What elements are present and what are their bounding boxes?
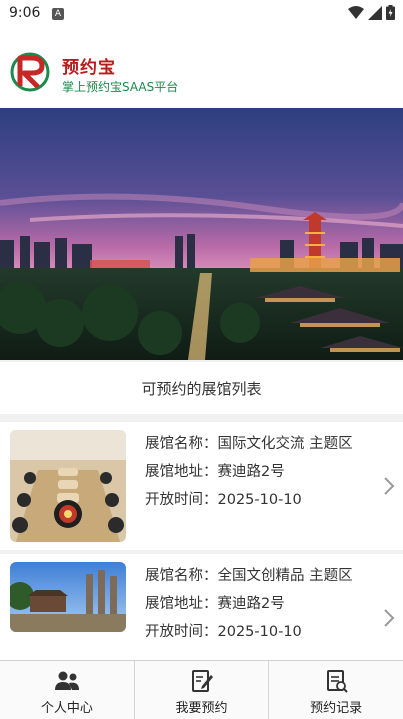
tab-make-reservation[interactable]: 我要预约 bbox=[135, 661, 270, 719]
chevron-right-icon bbox=[384, 609, 395, 627]
signal-icon bbox=[368, 5, 382, 20]
brand-name: 预约宝 bbox=[62, 58, 116, 78]
logo-icon bbox=[10, 52, 50, 92]
tab-reservation-records[interactable]: 预约记录 bbox=[269, 661, 403, 719]
venue-thumbnail bbox=[10, 430, 126, 542]
users-icon bbox=[54, 671, 79, 690]
wifi-icon bbox=[348, 5, 364, 19]
venue-info: 展馆名称：国际文化交流 主题区 展馆地址：赛迪路2号 开放时间：2025-10-… bbox=[145, 430, 353, 514]
tab-personal-center[interactable]: 个人中心 bbox=[0, 661, 135, 719]
status-icons bbox=[348, 5, 395, 20]
venue-list-title: 可预约的展馆列表 bbox=[0, 362, 403, 414]
status-bar: 9:06 A bbox=[0, 0, 403, 28]
venue-name: 展馆名称：全国文创精品 主题区 bbox=[145, 568, 353, 584]
brand-subtitle: 掌上预约宝SAAS平台 bbox=[62, 80, 179, 94]
app-header: 预约宝 掌上预约宝SAAS平台 bbox=[0, 28, 403, 108]
tab-label: 个人中心 bbox=[40, 701, 93, 716]
venue-name: 展馆名称：国际文化交流 主题区 bbox=[145, 436, 353, 452]
venue-open-time: 开放时间：2025-10-10 bbox=[145, 492, 302, 508]
edit-document-icon bbox=[191, 670, 213, 692]
venue-thumbnail bbox=[10, 562, 126, 632]
tab-label: 预约记录 bbox=[310, 701, 363, 716]
records-icon bbox=[327, 670, 348, 693]
bottom-tab-bar: 个人中心 我要预约 预约记录 bbox=[0, 660, 403, 719]
chevron-right-icon bbox=[384, 477, 395, 495]
venue-address: 展馆地址：赛迪路2号 bbox=[145, 596, 285, 612]
notification-icon: A bbox=[52, 8, 64, 20]
venue-open-time: 开放时间：2025-10-10 bbox=[145, 624, 302, 640]
venue-address: 展馆地址：赛迪路2号 bbox=[145, 464, 285, 480]
banner-image bbox=[0, 108, 403, 360]
tab-label: 我要预约 bbox=[175, 701, 228, 716]
status-time: 9:06 bbox=[9, 5, 41, 21]
venue-card[interactable]: 展馆名称：国际文化交流 主题区 展馆地址：赛迪路2号 开放时间：2025-10-… bbox=[0, 422, 403, 550]
battery-icon bbox=[386, 5, 395, 20]
venue-info: 展馆名称：全国文创精品 主题区 展馆地址：赛迪路2号 开放时间：2025-10-… bbox=[145, 562, 353, 646]
